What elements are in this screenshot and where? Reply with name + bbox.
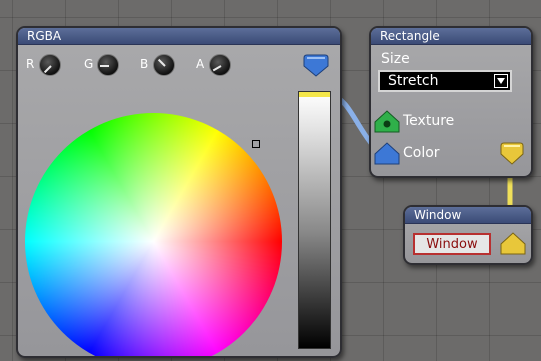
size-dropdown-value: Stretch [388, 73, 439, 89]
color-wheel-selector[interactable] [252, 140, 260, 148]
size-label: Size [381, 51, 410, 67]
texture-port-icon[interactable] [374, 110, 400, 134]
rectangle-output-port-icon[interactable] [499, 142, 525, 166]
green-knob-icon[interactable] [97, 54, 119, 76]
knob-label-g: G [84, 57, 94, 71]
size-dropdown[interactable]: Stretch [378, 70, 512, 92]
brightness-slider-handle[interactable] [299, 92, 330, 97]
window-node[interactable]: Window Window [403, 205, 533, 265]
window-input-port-icon[interactable] [500, 232, 526, 256]
dropdown-arrow-icon[interactable] [494, 74, 508, 88]
alpha-knob-icon[interactable] [209, 54, 231, 76]
red-knob-icon[interactable] [39, 54, 61, 76]
blue-knob-icon[interactable] [153, 54, 175, 76]
rectangle-node-title: Rectangle [371, 28, 531, 45]
color-port-icon[interactable] [374, 142, 400, 166]
brightness-slider[interactable] [298, 91, 331, 349]
rgba-node[interactable]: RGBA R G B A [16, 26, 342, 358]
rectangle-node[interactable]: Rectangle Size Stretch Texture Color [369, 26, 533, 178]
color-wheel[interactable] [25, 113, 282, 356]
knob-label-a: A [196, 57, 205, 71]
window-node-title: Window [405, 207, 531, 224]
texture-input-label: Texture [403, 113, 455, 129]
knob-label-r: R [26, 57, 35, 71]
window-button[interactable]: Window [413, 233, 491, 255]
rgba-node-title: RGBA [18, 28, 340, 45]
color-input-label: Color [403, 145, 440, 161]
rgba-output-port-icon[interactable] [301, 54, 331, 78]
knob-label-b: B [140, 57, 149, 71]
